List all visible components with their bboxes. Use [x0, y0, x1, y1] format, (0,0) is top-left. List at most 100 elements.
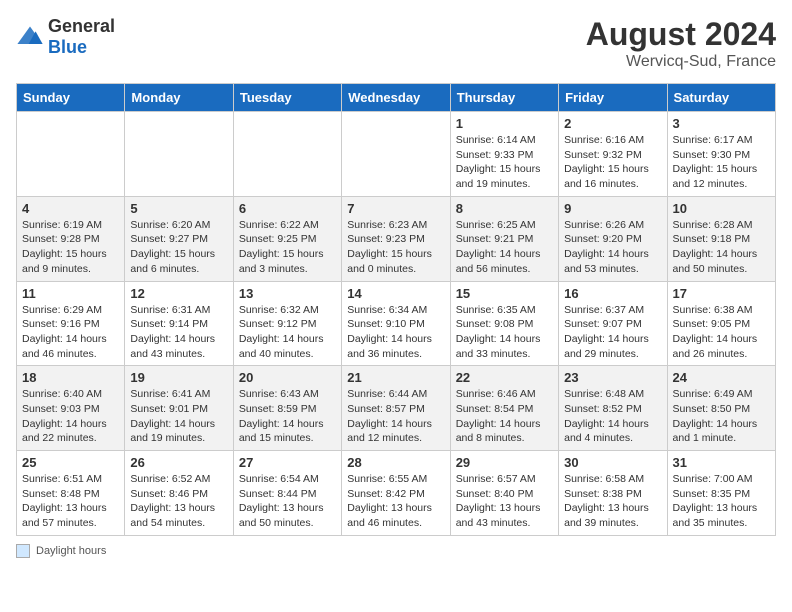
day-info: Sunrise: 6:14 AMSunset: 9:33 PMDaylight:…	[456, 133, 553, 192]
day-number: 4	[22, 201, 119, 216]
calendar-table: SundayMondayTuesdayWednesdayThursdayFrid…	[16, 83, 776, 536]
day-number: 3	[673, 116, 770, 131]
calendar-cell: 11 Sunrise: 6:29 AMSunset: 9:16 PMDayligh…	[17, 281, 125, 366]
day-number: 10	[673, 201, 770, 216]
day-info: Sunrise: 6:31 AMSunset: 9:14 PMDaylight:…	[130, 303, 227, 362]
day-info: Sunrise: 6:23 AMSunset: 9:23 PMDaylight:…	[347, 218, 444, 277]
calendar-cell: 3Sunrise: 6:17 AMSunset: 9:30 PMDaylight…	[667, 112, 775, 197]
calendar-cell: 8 Sunrise: 6:25 AMSunset: 9:21 PMDaylight…	[450, 196, 558, 281]
calendar-cell: 21 Sunrise: 6:44 AMSunset: 8:57 PMDayligh…	[342, 366, 450, 451]
calendar-cell: 28 Sunrise: 6:55 AMSunset: 8:42 PMDayligh…	[342, 451, 450, 536]
day-info: Sunrise: 6:46 AMSunset: 8:54 PMDaylight:…	[456, 387, 553, 446]
calendar-cell: 13 Sunrise: 6:32 AMSunset: 9:12 PMDayligh…	[233, 281, 341, 366]
day-number: 13	[239, 286, 336, 301]
calendar-cell: 14Sunrise: 6:34 AMSunset: 9:10 PMDayligh…	[342, 281, 450, 366]
legend-label: Daylight hours	[36, 545, 106, 557]
day-info: Sunrise: 6:55 AMSunset: 8:42 PMDaylight:…	[347, 472, 444, 531]
day-info: Sunrise: 6:20 AMSunset: 9:27 PMDaylight:…	[130, 218, 227, 277]
day-info: Sunrise: 6:26 AMSunset: 9:20 PMDaylight:…	[564, 218, 661, 277]
day-info: Sunrise: 6:35 AMSunset: 9:08 PMDaylight:…	[456, 303, 553, 362]
calendar-cell: 18 Sunrise: 6:40 AMSunset: 9:03 PMDayligh…	[17, 366, 125, 451]
day-info: Sunrise: 6:38 AMSunset: 9:05 PMDaylight:…	[673, 303, 770, 362]
day-number: 21	[347, 370, 444, 385]
day-number: 18	[22, 370, 119, 385]
day-info: Sunrise: 6:43 AMSunset: 8:59 PMDaylight:…	[239, 387, 336, 446]
day-number: 26	[130, 455, 227, 470]
day-number: 28	[347, 455, 444, 470]
calendar-cell: 1 Sunrise: 6:14 AMSunset: 9:33 PMDaylight…	[450, 112, 558, 197]
calendar-cell: 15 Sunrise: 6:35 AMSunset: 9:08 PMDayligh…	[450, 281, 558, 366]
day-number: 24	[673, 370, 770, 385]
day-number: 5	[130, 201, 227, 216]
day-number: 2	[564, 116, 661, 131]
calendar-cell	[17, 112, 125, 197]
day-number: 20	[239, 370, 336, 385]
day-number: 31	[673, 455, 770, 470]
day-info: Sunrise: 6:54 AMSunset: 8:44 PMDaylight:…	[239, 472, 336, 531]
calendar-cell: 9 Sunrise: 6:26 AMSunset: 9:20 PMDaylight…	[559, 196, 667, 281]
calendar-cell	[233, 112, 341, 197]
calendar-cell: 10Sunrise: 6:28 AMSunset: 9:18 PMDayligh…	[667, 196, 775, 281]
day-info: Sunrise: 7:00 AMSunset: 8:35 PMDaylight:…	[673, 472, 770, 531]
day-info: Sunrise: 6:49 AMSunset: 8:50 PMDaylight:…	[673, 387, 770, 446]
day-info: Sunrise: 6:44 AMSunset: 8:57 PMDaylight:…	[347, 387, 444, 446]
dow-header: Thursday	[450, 84, 558, 112]
calendar-cell: 4 Sunrise: 6:19 AMSunset: 9:28 PMDaylight…	[17, 196, 125, 281]
calendar-cell: 26 Sunrise: 6:52 AMSunset: 8:46 PMDayligh…	[125, 451, 233, 536]
day-number: 7	[347, 201, 444, 216]
day-number: 17	[673, 286, 770, 301]
day-number: 16	[564, 286, 661, 301]
logo-icon	[16, 23, 44, 51]
calendar-cell: 22 Sunrise: 6:46 AMSunset: 8:54 PMDayligh…	[450, 366, 558, 451]
calendar-cell: 25 Sunrise: 6:51 AMSunset: 8:48 PMDayligh…	[17, 451, 125, 536]
calendar-cell	[125, 112, 233, 197]
calendar-cell: 2 Sunrise: 6:16 AMSunset: 9:32 PMDaylight…	[559, 112, 667, 197]
day-info: Sunrise: 6:51 AMSunset: 8:48 PMDaylight:…	[22, 472, 119, 531]
calendar-cell: 24 Sunrise: 6:49 AMSunset: 8:50 PMDayligh…	[667, 366, 775, 451]
page-header: General Blue August 2024 Wervicq-Sud, Fr…	[16, 16, 776, 71]
day-number: 25	[22, 455, 119, 470]
day-number: 29	[456, 455, 553, 470]
dow-header: Sunday	[17, 84, 125, 112]
calendar-cell: 19 Sunrise: 6:41 AMSunset: 9:01 PMDayligh…	[125, 366, 233, 451]
calendar-cell: 6 Sunrise: 6:22 AMSunset: 9:25 PMDaylight…	[233, 196, 341, 281]
day-info: Sunrise: 6:48 AMSunset: 8:52 PMDaylight:…	[564, 387, 661, 446]
day-info: Sunrise: 6:52 AMSunset: 8:46 PMDaylight:…	[130, 472, 227, 531]
day-info: Sunrise: 6:22 AMSunset: 9:25 PMDaylight:…	[239, 218, 336, 277]
dow-header: Wednesday	[342, 84, 450, 112]
calendar-cell: 17 Sunrise: 6:38 AMSunset: 9:05 PMDayligh…	[667, 281, 775, 366]
day-info: Sunrise: 6:37 AMSunset: 9:07 PMDaylight:…	[564, 303, 661, 362]
day-number: 8	[456, 201, 553, 216]
day-info: Sunrise: 6:25 AMSunset: 9:21 PMDaylight:…	[456, 218, 553, 277]
day-info: Sunrise: 6:40 AMSunset: 9:03 PMDaylight:…	[22, 387, 119, 446]
day-number: 27	[239, 455, 336, 470]
day-info: Sunrise: 6:32 AMSunset: 9:12 PMDaylight:…	[239, 303, 336, 362]
day-number: 23	[564, 370, 661, 385]
dow-header: Monday	[125, 84, 233, 112]
day-number: 12	[130, 286, 227, 301]
day-info: Sunrise: 6:19 AMSunset: 9:28 PMDaylight:…	[22, 218, 119, 277]
day-number: 14	[347, 286, 444, 301]
day-info: Sunrise: 6:29 AMSunset: 9:16 PMDaylight:…	[22, 303, 119, 362]
day-number: 9	[564, 201, 661, 216]
title-block: August 2024 Wervicq-Sud, France	[586, 16, 776, 71]
dow-header: Saturday	[667, 84, 775, 112]
calendar-cell: 20 Sunrise: 6:43 AMSunset: 8:59 PMDayligh…	[233, 366, 341, 451]
logo: General Blue	[16, 16, 115, 58]
day-number: 1	[456, 116, 553, 131]
day-number: 6	[239, 201, 336, 216]
dow-header: Tuesday	[233, 84, 341, 112]
day-info: Sunrise: 6:16 AMSunset: 9:32 PMDaylight:…	[564, 133, 661, 192]
day-number: 19	[130, 370, 227, 385]
day-number: 15	[456, 286, 553, 301]
legend: Daylight hours	[16, 544, 776, 558]
calendar-cell: 27 Sunrise: 6:54 AMSunset: 8:44 PMDayligh…	[233, 451, 341, 536]
legend-color-box	[16, 544, 30, 558]
day-info: Sunrise: 6:41 AMSunset: 9:01 PMDaylight:…	[130, 387, 227, 446]
calendar-cell: 5 Sunrise: 6:20 AMSunset: 9:27 PMDaylight…	[125, 196, 233, 281]
calendar-cell	[342, 112, 450, 197]
day-number: 22	[456, 370, 553, 385]
day-number: 11	[22, 286, 119, 301]
day-info: Sunrise: 6:57 AMSunset: 8:40 PMDaylight:…	[456, 472, 553, 531]
calendar-cell: 12 Sunrise: 6:31 AMSunset: 9:14 PMDayligh…	[125, 281, 233, 366]
